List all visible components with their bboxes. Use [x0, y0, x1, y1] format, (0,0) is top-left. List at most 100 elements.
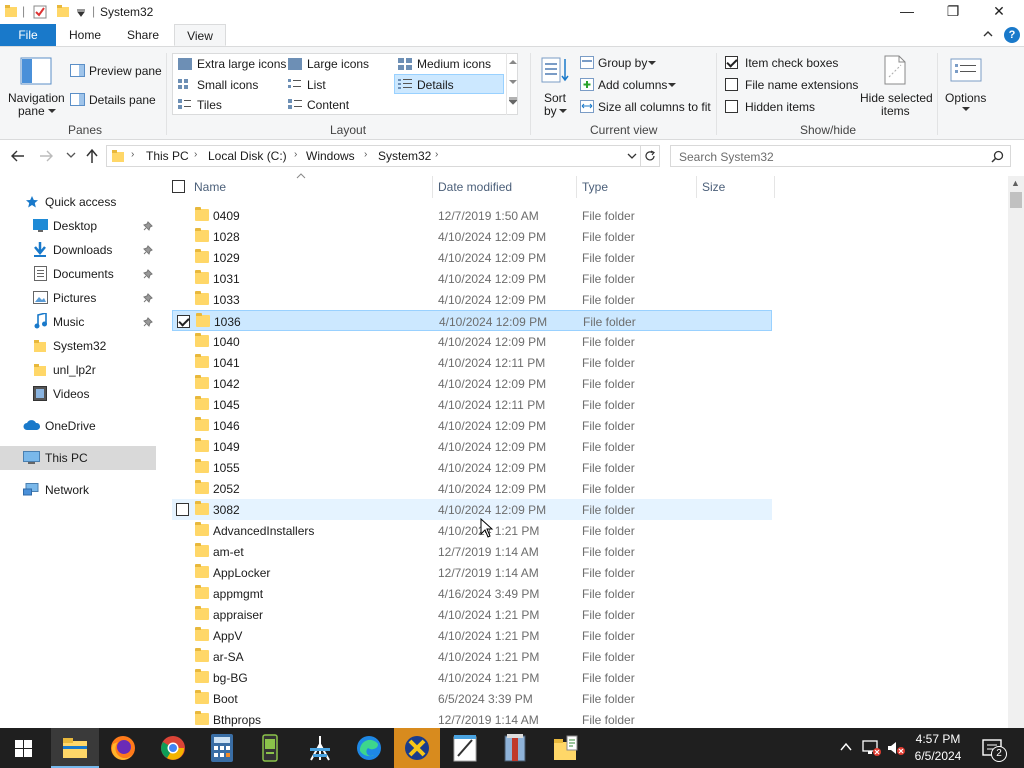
nav-item-quick-access[interactable]: Quick access	[0, 190, 156, 214]
table-row[interactable]: am-et 12/7/2019 1:14 AM File folder	[172, 541, 772, 562]
maximize-button[interactable]: ❐	[930, 0, 976, 24]
navigation-pane-label[interactable]: Navigation	[8, 91, 65, 105]
breadcrumb-local-disk[interactable]: Local Disk (C:)	[208, 149, 287, 163]
xampp-app-tile[interactable]	[394, 728, 440, 768]
pin-icon[interactable]	[143, 221, 153, 231]
nav-item-music[interactable]: Music	[0, 310, 156, 334]
column-separator[interactable]	[696, 176, 697, 198]
tab-share[interactable]: Share	[118, 24, 168, 46]
table-row[interactable]: 1029 4/10/2024 12:09 PM File folder	[172, 247, 772, 268]
table-row[interactable]: 1028 4/10/2024 12:09 PM File folder	[172, 226, 772, 247]
size-all-columns-button[interactable]: Size all columns to fit	[598, 100, 711, 114]
clock-date[interactable]: 6/5/2024	[903, 749, 973, 763]
layout-tiles[interactable]: Tiles	[197, 98, 222, 112]
table-row[interactable]: 1055 4/10/2024 12:09 PM File folder	[172, 457, 772, 478]
table-row[interactable]: 1040 4/10/2024 12:09 PM File folder	[172, 331, 772, 352]
chevron-right-icon[interactable]: ›	[131, 149, 134, 160]
table-row[interactable]: 1046 4/10/2024 12:09 PM File folder	[172, 415, 772, 436]
table-row[interactable]: Bthprops 12/7/2019 1:14 AM File folder	[172, 709, 772, 728]
breadcrumb-windows[interactable]: Windows	[306, 149, 355, 163]
pin-icon[interactable]	[143, 293, 153, 303]
hidden-items-label[interactable]: Hidden items	[745, 100, 815, 114]
nav-item-videos[interactable]: Videos	[0, 382, 156, 406]
tab-home[interactable]: Home	[60, 24, 110, 46]
network-tool-icon[interactable]	[307, 734, 333, 762]
nav-item-pictures[interactable]: Pictures	[0, 286, 156, 310]
table-row[interactable]: 1041 4/10/2024 12:11 PM File folder	[172, 352, 772, 373]
add-columns-button[interactable]: Add columns	[598, 78, 667, 92]
table-row[interactable]: AdvancedInstallers 4/10/2024 1:21 PM File …	[172, 520, 772, 541]
search-box[interactable]: Search System32	[670, 145, 1011, 167]
tab-file[interactable]: File	[0, 24, 56, 46]
table-row[interactable]: 1031 4/10/2024 12:09 PM File folder	[172, 268, 772, 289]
tray-overflow-icon[interactable]	[840, 742, 852, 752]
nav-item-this-pc[interactable]: This PC	[0, 446, 156, 470]
search-icon[interactable]	[991, 150, 1004, 163]
item-check-boxes-checkbox[interactable]	[725, 56, 738, 69]
help-icon[interactable]: ?	[1004, 27, 1020, 43]
archive-icon[interactable]	[504, 734, 526, 762]
breadcrumb-system32[interactable]: System32	[378, 149, 431, 163]
hidden-items-checkbox[interactable]	[725, 100, 738, 113]
layout-content[interactable]: Content	[307, 98, 349, 112]
nav-item-onedrive[interactable]: OneDrive	[0, 414, 156, 438]
hide-selected-items-icon[interactable]	[882, 55, 908, 85]
forward-icon[interactable]	[38, 149, 54, 163]
layout-medium-icons[interactable]: Medium icons	[417, 57, 491, 71]
chevron-down-icon[interactable]	[509, 79, 517, 85]
pin-icon[interactable]	[143, 245, 153, 255]
column-header-size[interactable]: Size	[702, 180, 725, 194]
table-row[interactable]: 1045 4/10/2024 12:11 PM File folder	[172, 394, 772, 415]
column-separator[interactable]	[576, 176, 577, 198]
column-separator[interactable]	[432, 176, 433, 198]
edge-icon[interactable]	[356, 735, 382, 761]
chevron-right-icon[interactable]: ›	[294, 149, 297, 160]
table-row[interactable]: 1033 4/10/2024 12:09 PM File folder	[172, 289, 772, 310]
layout-list[interactable]: List	[307, 78, 326, 92]
table-row[interactable]: 3082 4/10/2024 12:09 PM File folder	[172, 499, 772, 520]
nav-item-downloads[interactable]: Downloads	[0, 238, 156, 262]
group-by-button[interactable]: Group by	[598, 56, 647, 70]
table-row[interactable]: ar-SA 4/10/2024 1:21 PM File folder	[172, 646, 772, 667]
navigation-pane-label-2[interactable]: pane	[18, 104, 45, 118]
options-icon[interactable]	[950, 57, 982, 85]
refresh-button[interactable]	[640, 145, 660, 167]
start-icon[interactable]	[15, 740, 32, 757]
table-row[interactable]: 1036 4/10/2024 12:09 PM File folder	[172, 310, 772, 331]
device-icon[interactable]	[262, 734, 278, 762]
table-row[interactable]: bg-BG 4/10/2024 1:21 PM File folder	[172, 667, 772, 688]
select-all-checkbox[interactable]	[172, 180, 185, 193]
up-icon[interactable]	[84, 148, 100, 164]
tab-view[interactable]: View	[174, 24, 226, 46]
layout-large-icons[interactable]: Large icons	[307, 57, 369, 71]
hide-selected-label-2[interactable]: items	[881, 104, 910, 118]
properties-icon[interactable]	[32, 4, 48, 20]
more-icon[interactable]	[509, 97, 517, 105]
chevron-right-icon[interactable]: ›	[194, 149, 197, 160]
sort-by-icon[interactable]	[540, 55, 570, 85]
nav-item-desktop[interactable]: Desktop	[0, 214, 156, 238]
row-checkbox[interactable]	[177, 315, 190, 328]
nav-item-unl-lp2r[interactable]: unl_lp2r	[0, 358, 156, 382]
table-row[interactable]: 1042 4/10/2024 12:09 PM File folder	[172, 373, 772, 394]
sort-by-label[interactable]: Sort	[544, 91, 566, 105]
back-icon[interactable]	[10, 149, 26, 163]
row-checkbox[interactable]	[176, 503, 189, 516]
calculator-icon[interactable]	[211, 734, 233, 762]
hide-selected-label[interactable]: Hide selected	[860, 91, 933, 105]
table-row[interactable]: 1049 4/10/2024 12:09 PM File folder	[172, 436, 772, 457]
layout-extra-large-icons[interactable]: Extra large icons	[197, 57, 286, 71]
pin-icon[interactable]	[143, 317, 153, 327]
table-row[interactable]: AppLocker 12/7/2019 1:14 AM File folder	[172, 562, 772, 583]
pin-icon[interactable]	[143, 269, 153, 279]
file-name-extensions-checkbox[interactable]	[725, 78, 738, 91]
clock-time[interactable]: 4:57 PM	[903, 732, 973, 746]
file-name-extensions-label[interactable]: File name extensions	[745, 78, 858, 92]
minimize-button[interactable]: —	[884, 0, 930, 24]
table-row[interactable]: 0409 12/7/2019 1:50 AM File folder	[172, 205, 772, 226]
firefox-icon[interactable]	[110, 735, 136, 761]
table-row[interactable]: appraiser 4/10/2024 1:21 PM File folder	[172, 604, 772, 625]
table-row[interactable]: appmgmt 4/16/2024 3:49 PM File folder	[172, 583, 772, 604]
table-row[interactable]: Boot 6/5/2024 3:39 PM File folder	[172, 688, 772, 709]
table-row[interactable]: AppV 4/10/2024 1:21 PM File folder	[172, 625, 772, 646]
